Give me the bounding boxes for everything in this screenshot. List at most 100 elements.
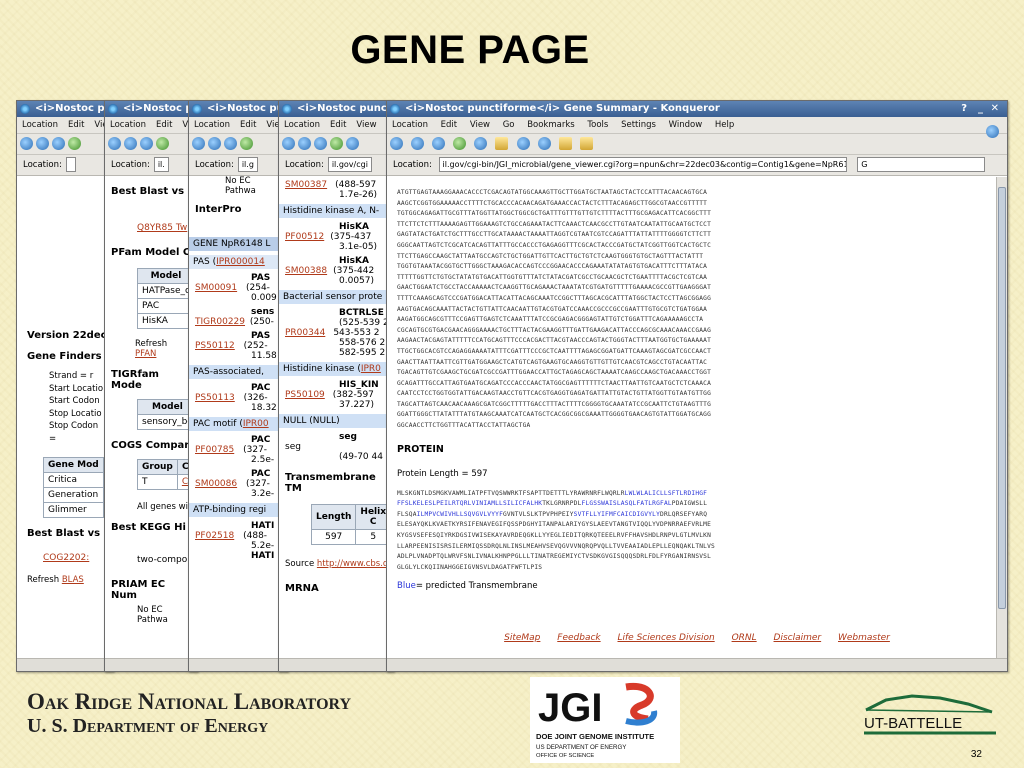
entry-link[interactable]: SM00387 <box>285 180 327 190</box>
pac-motif-label: PAC motif ( <box>193 419 243 429</box>
reload-icon[interactable] <box>240 137 253 150</box>
hk-link[interactable]: IPR0 <box>361 364 381 374</box>
up-icon[interactable] <box>314 137 327 150</box>
location-input[interactable]: il.gov/cgi <box>327 157 372 172</box>
reload-icon[interactable] <box>453 137 467 150</box>
reload-icon[interactable] <box>156 137 169 150</box>
menu-view[interactable]: View <box>470 120 490 130</box>
entry-link[interactable]: TIGR00229 <box>195 317 245 327</box>
security-icon[interactable] <box>579 137 593 150</box>
pac-motif-link[interactable]: IPR00 <box>243 419 269 429</box>
webmaster-link[interactable]: Webmaster <box>838 633 890 643</box>
model-header: Model <box>137 268 195 284</box>
window-titlebar[interactable]: <i>Nostoc punctifo <box>279 101 393 117</box>
scrollbar-thumb[interactable] <box>998 187 1006 609</box>
sitemap-link[interactable]: SiteMap <box>504 633 540 643</box>
menu-location[interactable]: Location <box>22 120 58 130</box>
entry-link[interactable]: SM00091 <box>195 283 237 293</box>
entry-link[interactable]: PF00785 <box>195 445 234 455</box>
location-input[interactable]: il.gov/cgi-bin/JGI_microbial/gene_viewer… <box>438 157 847 172</box>
source-link[interactable]: http://www.cbs.d <box>317 559 388 569</box>
menu-edit[interactable]: Edit <box>156 120 172 130</box>
entry-link[interactable]: SM00086 <box>195 479 237 489</box>
menu-bookmarks[interactable]: Bookmarks <box>527 120 575 130</box>
window-titlebar[interactable]: <i>Nostoc pur <box>17 101 113 117</box>
forward-icon[interactable] <box>298 137 311 150</box>
zoom-in-icon[interactable] <box>516 137 530 150</box>
stop-icon[interactable] <box>495 137 509 150</box>
window-titlebar[interactable]: <i>Nostoc punctiforme</i> Gene Summary -… <box>387 101 1007 117</box>
entry-link[interactable]: PS50113 <box>195 393 235 403</box>
dna-sequence-line: TGTGGCAGAGATTGCGTTTATGGTTATGGCTGGCGCTGAT… <box>397 210 712 218</box>
zoom-out-icon[interactable] <box>537 137 551 150</box>
refresh-link[interactable]: PFAN <box>135 349 156 359</box>
menu-edit[interactable]: Edit <box>68 120 84 130</box>
reload-icon[interactable] <box>330 137 343 150</box>
back-icon[interactable] <box>282 137 295 150</box>
disclaimer-link[interactable]: Disclaimer <box>774 633 822 643</box>
q8yr85-link[interactable]: Q8YR85 Tw <box>137 223 191 233</box>
back-icon[interactable] <box>20 137 33 150</box>
forward-icon[interactable] <box>208 137 221 150</box>
forward-icon[interactable] <box>36 137 49 150</box>
menu-go[interactable]: Go <box>503 120 515 130</box>
refresh-link[interactable]: BLAS <box>62 575 84 585</box>
back-icon[interactable] <box>192 137 205 150</box>
window-title: <i>Nostoc pur <box>35 103 113 114</box>
menu-help[interactable]: Help <box>715 120 734 130</box>
pas-link[interactable]: IPR000014 <box>216 257 265 267</box>
browser-window-4[interactable]: <i>Nostoc punctifo LocationEditViewGo Lo… <box>278 100 394 672</box>
window-titlebar[interactable]: <i>Nostoc pun <box>189 101 287 117</box>
menu-edit[interactable]: Edit <box>330 120 346 130</box>
menu-edit[interactable]: Edit <box>441 120 457 130</box>
location-input[interactable] <box>65 157 77 172</box>
location-input[interactable]: il. <box>153 157 169 172</box>
up-icon[interactable] <box>432 137 446 150</box>
window-titlebar[interactable]: <i>Nostoc pun <box>105 101 197 117</box>
close-icon[interactable]: ✕ <box>991 101 999 117</box>
menu-window[interactable]: Window <box>669 120 703 130</box>
forward-icon[interactable] <box>124 137 137 150</box>
menu-location[interactable]: Location <box>392 120 428 130</box>
entry-link[interactable]: PF02518 <box>195 531 234 541</box>
main-browser-window[interactable]: <i>Nostoc punctiforme</i> Gene Summary -… <box>386 100 1008 672</box>
menu-edit[interactable]: Edit <box>240 120 256 130</box>
cog-link[interactable]: COG2202: <box>43 553 107 563</box>
menu-location[interactable]: Location <box>110 120 146 130</box>
home-icon[interactable] <box>346 137 359 150</box>
up-icon[interactable] <box>224 137 237 150</box>
back-icon[interactable] <box>390 137 403 150</box>
minimize-icon[interactable]: _ <box>978 101 983 117</box>
entry-link[interactable]: PS50112 <box>195 341 235 351</box>
find-icon[interactable] <box>986 125 999 138</box>
entry-link[interactable]: SM00388 <box>285 266 327 276</box>
up-icon[interactable] <box>140 137 153 150</box>
scrollbar[interactable] <box>996 177 1007 659</box>
entry-name: PAC <box>251 435 271 445</box>
back-icon[interactable] <box>108 137 121 150</box>
menu-tools[interactable]: Tools <box>587 120 608 130</box>
entry-link[interactable]: PR00344 <box>285 328 325 338</box>
up-icon[interactable] <box>52 137 65 150</box>
home-icon[interactable] <box>474 137 488 150</box>
browser-window-2[interactable]: <i>Nostoc pun LocationEditView Location:… <box>104 100 198 672</box>
menu-settings[interactable]: Settings <box>621 120 656 130</box>
help-icon[interactable]: ? <box>961 101 967 117</box>
menu-location[interactable]: Location <box>194 120 230 130</box>
menu-view[interactable]: View <box>356 120 376 130</box>
ornl-link[interactable]: ORNL <box>732 633 757 643</box>
entry-link[interactable]: PF00512 <box>285 232 324 242</box>
browser-window-1[interactable]: <i>Nostoc pur LocationEditView Location:… <box>16 100 114 672</box>
refresh-label: Refresh <box>135 339 168 349</box>
forward-icon[interactable] <box>411 137 425 150</box>
feedback-link[interactable]: Feedback <box>557 633 600 643</box>
entry-link[interactable]: PS50109 <box>285 390 325 400</box>
life-sciences-link[interactable]: Life Sciences Division <box>618 633 715 643</box>
print-icon[interactable] <box>558 137 572 150</box>
location-input[interactable]: il.g <box>237 157 258 172</box>
search-input[interactable]: G <box>857 157 986 172</box>
reload-icon[interactable] <box>68 137 81 150</box>
menu-location[interactable]: Location <box>284 120 320 130</box>
protein-segment: GVNTVLSLKTPVPHPEIY <box>503 510 574 518</box>
browser-window-3[interactable]: <i>Nostoc pun Location Edit View Location:… <box>188 100 288 672</box>
